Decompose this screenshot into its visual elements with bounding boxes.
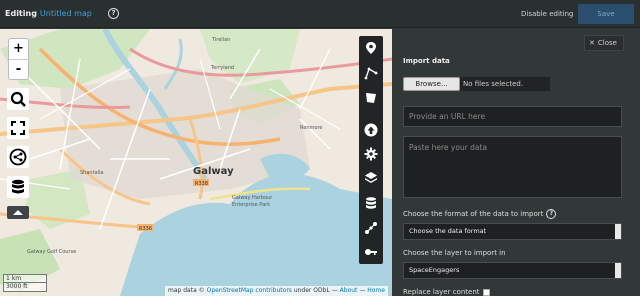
map-tiles: Galway Galway Harbour Enterprise Park Ga… (0, 29, 392, 296)
replace-content-row: Replace layer content (403, 288, 490, 296)
help-icon[interactable]: ? (546, 209, 557, 219)
data-layers-button[interactable] (7, 176, 29, 198)
edit-toolbar (359, 36, 383, 264)
panel-title: Import data (403, 57, 450, 65)
gear-icon (364, 147, 378, 161)
import-button[interactable] (361, 120, 381, 140)
editing-status: Editing Untitled map (5, 9, 92, 18)
city-label: Galway (193, 166, 234, 177)
browse-button[interactable]: Browse... (403, 77, 460, 91)
polyline-icon (364, 67, 378, 80)
map-name-link[interactable]: Untitled map (40, 9, 92, 18)
layers-icon (365, 172, 377, 183)
attribution-separator: — (331, 287, 338, 294)
place-label: Enterprise Park (232, 202, 270, 208)
draw-polygon-button[interactable] (361, 88, 381, 108)
url-input[interactable]: Provide an URL here (403, 106, 622, 127)
caret-up-icon (13, 210, 23, 215)
key-icon (365, 249, 377, 255)
format-select[interactable]: Choose the data format (403, 223, 622, 240)
zoom-control: + - (8, 38, 29, 80)
help-icon[interactable]: ? (108, 8, 119, 19)
draw-marker-button[interactable] (361, 38, 381, 58)
map-canvas[interactable]: Galway Galway Harbour Enterprise Park Ga… (0, 29, 392, 296)
search-icon (10, 91, 26, 107)
chevron-down-icon (615, 224, 621, 239)
scale-bar: 1 km 3000 ft (3, 274, 47, 292)
place-label: Terryland (210, 65, 234, 71)
chevron-down-icon (615, 263, 621, 278)
draw-line-button[interactable] (361, 63, 381, 83)
fullscreen-icon (11, 121, 25, 135)
share-button[interactable] (7, 146, 29, 168)
permissions-button[interactable] (361, 242, 381, 262)
manage-datalayers-button[interactable] (361, 193, 381, 213)
home-link[interactable]: Home (367, 287, 385, 294)
disable-editing-button[interactable]: Disable editing (521, 10, 573, 18)
format-select-value: Choose the data format (409, 227, 487, 235)
paste-data-textarea[interactable]: Paste here your data (403, 136, 622, 198)
layer-select-value: SpaceEngagers (409, 266, 460, 274)
attribution-separator: — (359, 287, 366, 294)
zoom-in-button[interactable]: + (9, 39, 28, 59)
file-status: No files selected. (460, 77, 550, 91)
replace-checkbox[interactable] (482, 288, 490, 296)
scale-ft: 3000 ft (3, 283, 47, 292)
fullscreen-button[interactable] (7, 117, 29, 139)
close-panel-button[interactable]: ✕ Close (584, 35, 624, 51)
polygon-icon (366, 93, 376, 103)
scale-km: 1 km (3, 274, 47, 283)
top-bar: Editing Untitled map ? Disable editing Sa… (0, 0, 640, 28)
editing-label: Editing (5, 9, 37, 18)
place-label: Shantalla (80, 170, 103, 176)
settings-button[interactable] (361, 144, 381, 164)
collapse-button[interactable] (7, 206, 29, 219)
share-link-button[interactable] (361, 218, 381, 238)
zoom-out-button[interactable]: - (9, 59, 28, 79)
place-label: Galway Harbour (232, 195, 273, 201)
layers-button[interactable] (361, 168, 381, 188)
place-label: Renmore (300, 125, 322, 131)
attribution-license: under ODbL (293, 287, 330, 294)
place-label: Galway Golf Course (27, 249, 76, 255)
search-button[interactable] (7, 88, 29, 110)
road-number: R338 (195, 181, 208, 187)
place-label: Tirellan (211, 37, 230, 43)
database-icon (12, 179, 24, 194)
attribution-prefix: map data © (168, 287, 205, 294)
upload-icon (364, 123, 378, 137)
map-attribution: map data © OpenStreetMap contributors un… (165, 286, 388, 296)
share-icon (9, 148, 27, 166)
database-icon (366, 197, 376, 209)
about-link[interactable]: About (340, 287, 358, 294)
share-icon (365, 222, 377, 234)
layer-label: Choose the layer to import in (403, 249, 506, 257)
close-label: Close (597, 39, 617, 47)
format-label: Choose the format of the data to import (403, 210, 544, 218)
osm-contributors-link[interactable]: OpenStreetMap contributors (207, 287, 292, 294)
road-number: R336 (139, 226, 152, 232)
layer-select[interactable]: SpaceEngagers (403, 262, 622, 279)
format-label-row: Choose the format of the data to import? (403, 209, 557, 219)
marker-icon (366, 42, 376, 54)
replace-label: Replace layer content (403, 288, 480, 296)
save-button[interactable]: Save (578, 4, 634, 24)
close-icon: ✕ (589, 39, 595, 47)
